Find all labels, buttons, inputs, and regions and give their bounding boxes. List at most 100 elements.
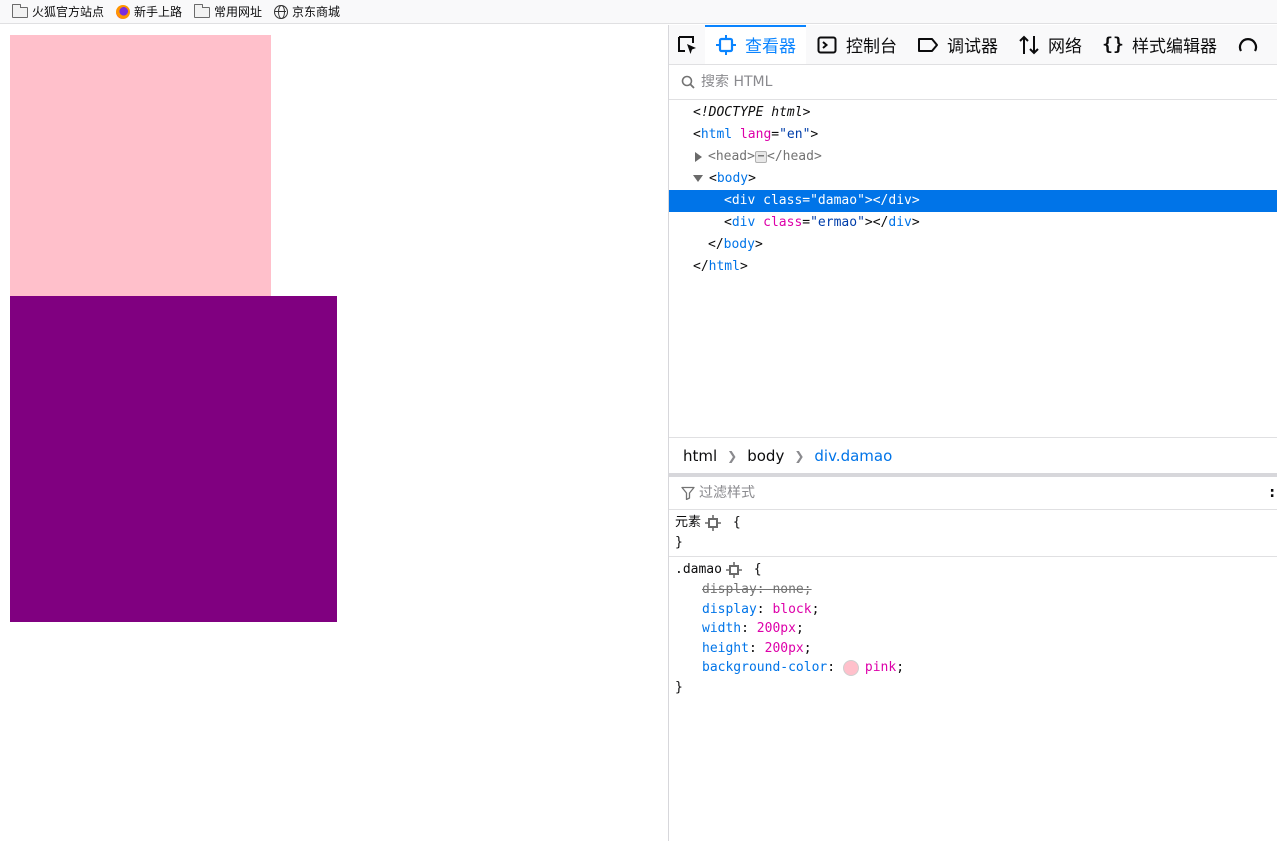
bookmark-item[interactable]: 常用网址 [194, 3, 262, 20]
property-name[interactable]: display [702, 602, 757, 617]
collapse-arrow-icon[interactable] [693, 175, 703, 182]
markup-line-body[interactable]: <body> [669, 168, 1277, 190]
property-value[interactable]: 200px [765, 641, 804, 656]
div-close-tag-name: div [888, 193, 912, 208]
chevron-right-icon: ❯ [727, 448, 738, 463]
firefox-icon [116, 4, 131, 19]
bookmark-item[interactable]: 火狐官方站点 [12, 3, 104, 20]
network-icon [1018, 34, 1040, 56]
div-tag-name: div [731, 215, 756, 230]
html-close-tag-name: html [708, 259, 740, 274]
property-name[interactable]: background-color [702, 660, 827, 675]
breadcrumb-body[interactable]: body [747, 447, 784, 465]
globe-icon [274, 4, 289, 19]
bookmark-label: 常用网址 [214, 5, 263, 19]
html-tag-name: html [700, 127, 733, 142]
class-val: "ermao" [810, 215, 865, 230]
debugger-icon [917, 34, 939, 56]
breadcrumb-html[interactable]: html [683, 447, 717, 465]
search-icon [681, 75, 695, 89]
markup-line-div-ermao[interactable]: <div class="ermao"></div> [669, 212, 1277, 234]
style-filter-bar: : [669, 477, 1277, 510]
markup-line-html[interactable]: <html lang="en"> [669, 124, 1277, 146]
property-value[interactable]: none [772, 582, 803, 597]
node-highlight-icon[interactable] [725, 561, 742, 578]
lang-val: "en" [779, 127, 811, 142]
bookmark-item[interactable]: 京东商城 [274, 3, 340, 20]
html-search-input[interactable] [701, 74, 1201, 90]
breadcrumb-div-damao[interactable]: div.damao [814, 447, 892, 465]
style-filter-input[interactable] [699, 485, 1099, 501]
property-name[interactable]: display [702, 582, 757, 597]
chevron-right-icon: ❯ [794, 448, 805, 463]
damao-style-rule: .damao { display: none; display: block; … [669, 557, 1277, 701]
tab-label: 样式编辑器 [1132, 37, 1217, 57]
property-value[interactable]: 200px [757, 621, 796, 636]
property-name[interactable]: width [702, 621, 741, 636]
element-picker-button[interactable] [669, 25, 705, 64]
bookmark-label: 新手上路 [134, 5, 183, 19]
rule-close: } [675, 535, 683, 550]
css-property[interactable]: height: 200px; [675, 639, 1271, 659]
page-viewport [0, 25, 668, 841]
folder-icon [194, 4, 211, 18]
element-style-rule: 元素 { } [669, 510, 1277, 557]
tab-label: 调试器 [947, 37, 998, 57]
more-options-icon[interactable]: : [1269, 485, 1275, 501]
element-picker-icon [678, 35, 696, 54]
tab-style-editor[interactable]: {} 样式编辑器 [1092, 25, 1227, 64]
bookmarks-toolbar: 火狐官方站点 新手上路 常用网址 京东商城 [0, 0, 1277, 24]
doctype-text: <!DOCTYPE html> [693, 105, 811, 120]
css-property[interactable]: background-color: pink; [675, 658, 1271, 678]
tab-console[interactable]: 控制台 [806, 25, 907, 64]
devtools-toolbar: 查看器 控制台 调试器 网络 {} 样式编辑器 [669, 25, 1277, 65]
expand-arrow-icon[interactable] [695, 151, 702, 162]
inspector-icon [715, 34, 737, 56]
bookmark-item[interactable]: 新手上路 [116, 3, 182, 20]
head-tag-name: head [715, 149, 748, 164]
tab-network[interactable]: 网络 [1008, 25, 1092, 64]
css-property[interactable]: width: 200px; [675, 619, 1271, 639]
tab-debugger[interactable]: 调试器 [907, 25, 1008, 64]
markup-line-html-close[interactable]: </html> [669, 256, 1277, 278]
css-property[interactable]: display: block; [675, 600, 1271, 620]
tab-inspector[interactable]: 查看器 [705, 25, 806, 64]
css-property[interactable]: display: none; [675, 580, 1271, 600]
braces-icon: {} [1102, 34, 1124, 55]
body-tag-name: body [716, 171, 749, 186]
class-val: "damao" [810, 193, 865, 208]
head-close-tag-name: head [782, 149, 814, 164]
element-label: 元素 [675, 515, 702, 530]
node-highlight-icon[interactable] [705, 514, 722, 531]
color-swatch[interactable] [842, 659, 859, 676]
markup-view: <!DOCTYPE html> <html lang="en"> <head> ⋯… [669, 100, 1277, 437]
performance-icon [1237, 34, 1259, 56]
lang-attr: lang [739, 127, 772, 142]
tab-label: 查看器 [745, 37, 796, 57]
ellipsis-icon[interactable]: ⋯ [754, 150, 767, 163]
markup-line-div-damao[interactable]: <div class="damao"></div> [669, 190, 1277, 212]
property-value[interactable]: block [772, 602, 811, 617]
ermao-box [10, 296, 337, 622]
body-close-tag-name: body [723, 237, 755, 252]
bookmark-label: 火狐官方站点 [32, 5, 105, 19]
markup-line-head[interactable]: <head> ⋯ </head> [669, 146, 1277, 168]
markup-line-body-close[interactable]: </body> [669, 234, 1277, 256]
tab-performance[interactable] [1227, 25, 1277, 64]
property-name[interactable]: height [702, 641, 749, 656]
class-attr: class [763, 215, 803, 230]
markup-line-doctype[interactable]: <!DOCTYPE html> [669, 102, 1277, 124]
html-search-bar [669, 65, 1277, 100]
tab-label: 网络 [1048, 37, 1082, 57]
breadcrumb: html ❯ body ❯ div.damao [669, 437, 1277, 473]
rule-selector[interactable]: .damao [675, 562, 722, 577]
rule-header: 元素 { [675, 514, 741, 531]
devtools-panel: 查看器 控制台 调试器 网络 {} 样式编辑器 搜索 HTML <!DOCTYP… [668, 25, 1277, 841]
class-attr: class [763, 193, 803, 208]
div-close-tag-name: div [888, 215, 912, 230]
folder-icon [12, 4, 28, 18]
filter-icon [681, 486, 695, 500]
property-value[interactable]: pink [865, 660, 896, 675]
rule-header: .damao { [675, 561, 762, 578]
div-tag-name: div [731, 193, 756, 208]
